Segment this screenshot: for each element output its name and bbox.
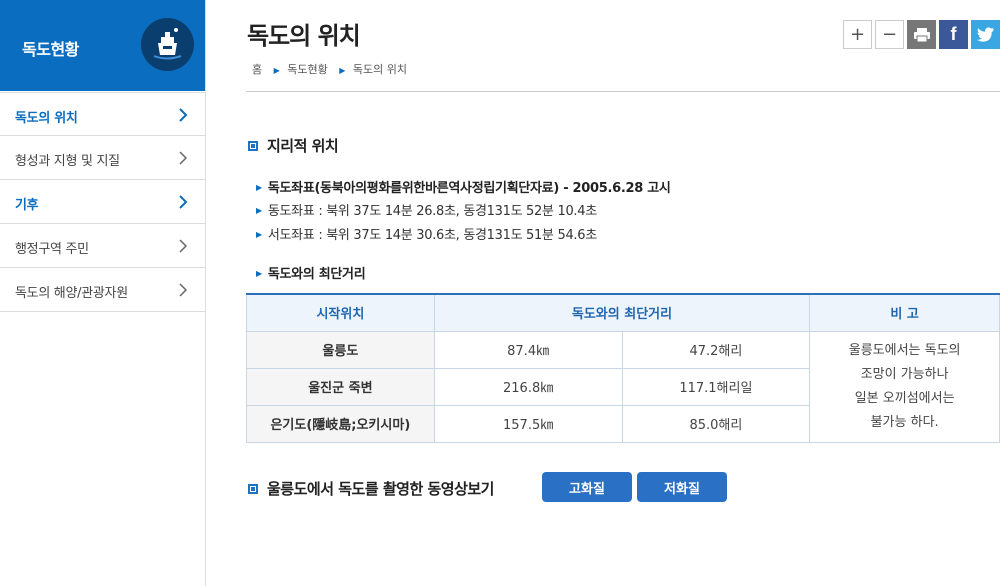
distance-table: 시작위치 독도와의 최단거리 비 고 울릉도 87.4㎞ 47.2해리 울릉도에… [246, 293, 1000, 443]
breadcrumb-separator-icon: ▶ [339, 66, 346, 75]
west-island-coordinates: ▶ 서도좌표 : 북위 37도 14분 30.6초, 동경131도 51분 54.… [256, 224, 597, 243]
note-line: 조망이 가능하나 [860, 366, 949, 382]
chevron-right-icon [179, 108, 188, 122]
sidebar-item-resources[interactable]: 독도의 해양/관광자원 [0, 268, 205, 312]
twitter-button[interactable] [971, 20, 1000, 49]
sidebar-item-label: 독도의 위치 [15, 111, 78, 126]
ship-icon [141, 18, 194, 71]
distance-subheading: ▶ 독도와의 최단거리 [256, 263, 366, 282]
chevron-right-icon [179, 195, 188, 209]
table-cell-nm: 85.0해리 [621, 404, 811, 443]
low-quality-video-button[interactable]: 저화질 [637, 472, 727, 502]
breadcrumb-home[interactable]: 홈 [252, 61, 262, 77]
west-island-text: 서도좌표 : 북위 37도 14분 30.6초, 동경131도 51분 54.6… [267, 228, 597, 243]
zoom-in-button[interactable]: + [843, 20, 872, 49]
arrow-bullet-icon: ▶ [256, 183, 262, 192]
sidebar-item-label: 기후 [15, 198, 39, 213]
zoom-out-button[interactable]: − [875, 20, 904, 49]
sidebar-item-administration[interactable]: 행정구역 주민 [0, 224, 205, 268]
table-cell-km: 216.8㎞ [433, 367, 623, 406]
table-header: 시작위치 [246, 293, 435, 332]
square-bullet-icon [248, 483, 258, 494]
sidebar-header: 독도현황 [0, 0, 205, 91]
sidebar-item-label: 형성과 지형 및 지질 [15, 154, 120, 169]
table-cell-note: 울릉도에서는 독도의 조망이 가능하나 일본 오끼섬에서는 불가능 하다. [809, 330, 1000, 443]
sidebar-item-location[interactable]: 독도의 위치 [0, 92, 205, 136]
distance-subheading-text: 독도와의 최단거리 [267, 267, 366, 282]
header-divider [246, 91, 1000, 92]
note-line: 울릉도에서는 독도의 [848, 342, 961, 358]
sidebar-item-geology[interactable]: 형성과 지형 및 지질 [0, 136, 205, 180]
arrow-bullet-icon: ▶ [256, 206, 262, 215]
twitter-icon [976, 27, 994, 42]
breadcrumb: 홈 ▶ 독도현황 ▶ 독도의 위치 [252, 61, 407, 77]
arrow-bullet-icon: ▶ [256, 269, 262, 278]
print-icon [913, 27, 930, 42]
chevron-right-icon [179, 151, 188, 165]
sidebar-title: 독도현황 [22, 40, 79, 59]
section-heading-text: 울릉도에서 독도를 촬영한 동영상보기 [267, 480, 494, 498]
breadcrumb-item[interactable]: 독도현황 [287, 61, 327, 77]
table-cell-nm: 117.1해리일 [621, 367, 811, 406]
table-cell-nm: 47.2해리 [621, 330, 811, 369]
chevron-right-icon [179, 283, 188, 297]
chevron-right-icon [179, 239, 188, 253]
sidebar-item-climate[interactable]: 기후 [0, 180, 205, 224]
sidebar-menu: 독도의 위치 형성과 지형 및 지질 기후 행정구역 주민 독도의 해양/관광자… [0, 92, 205, 312]
breadcrumb-separator-icon: ▶ [273, 66, 280, 75]
sidebar-item-label: 독도의 해양/관광자원 [15, 286, 128, 301]
table-cell-km: 87.4㎞ [433, 330, 623, 369]
print-button[interactable] [907, 20, 936, 49]
note-line: 일본 오끼섬에서는 [854, 390, 955, 406]
east-island-coordinates: ▶ 동도좌표 : 북위 37도 14분 26.8초, 동경131도 52분 10.… [256, 200, 597, 219]
sidebar: 독도현황 독도의 위치 형성과 지형 및 지질 기후 행정구역 주민 독도의 해… [0, 0, 206, 586]
arrow-bullet-icon: ▶ [256, 230, 262, 239]
table-row: 울릉도 87.4㎞ 47.2해리 울릉도에서는 독도의 조망이 가능하나 일본 … [246, 330, 1000, 443]
breadcrumb-current: 독도의 위치 [352, 63, 408, 76]
section-heading-geo: 지리적 위치 [248, 135, 339, 156]
square-bullet-icon [248, 140, 258, 151]
coordinates-source-line: ▶ 독도좌표(동북아의평화를위한바른역사정립기획단자료) - 2005.6.28 … [256, 177, 671, 196]
table-cell-place: 울진군 죽변 [246, 367, 435, 406]
table-cell-place: 은기도(隱岐島;오키시마) [246, 404, 435, 443]
table-header: 비 고 [809, 293, 1000, 332]
sidebar-item-label: 행정구역 주민 [15, 242, 89, 257]
table-header-row: 시작위치 독도와의 최단거리 비 고 [246, 293, 1000, 332]
table-cell-km: 157.5㎞ [433, 404, 623, 443]
page-title: 독도의 위치 [247, 22, 361, 50]
coordinates-source-text: 독도좌표(동북아의평화를위한바른역사정립기획단자료) - 2005.6.28 고… [267, 181, 671, 196]
toolbar: + − f [843, 20, 1000, 49]
section-heading-text: 지리적 위치 [267, 137, 339, 155]
note-line: 불가능 하다. [870, 414, 939, 430]
table-cell-place: 울릉도 [246, 330, 435, 369]
high-quality-video-button[interactable]: 고화질 [542, 472, 632, 502]
section-heading-video: 울릉도에서 독도를 촬영한 동영상보기 [248, 478, 494, 499]
facebook-button[interactable]: f [939, 20, 968, 49]
table-header: 독도와의 최단거리 [433, 293, 811, 332]
east-island-text: 동도좌표 : 북위 37도 14분 26.8초, 동경131도 52분 10.4… [267, 204, 597, 219]
